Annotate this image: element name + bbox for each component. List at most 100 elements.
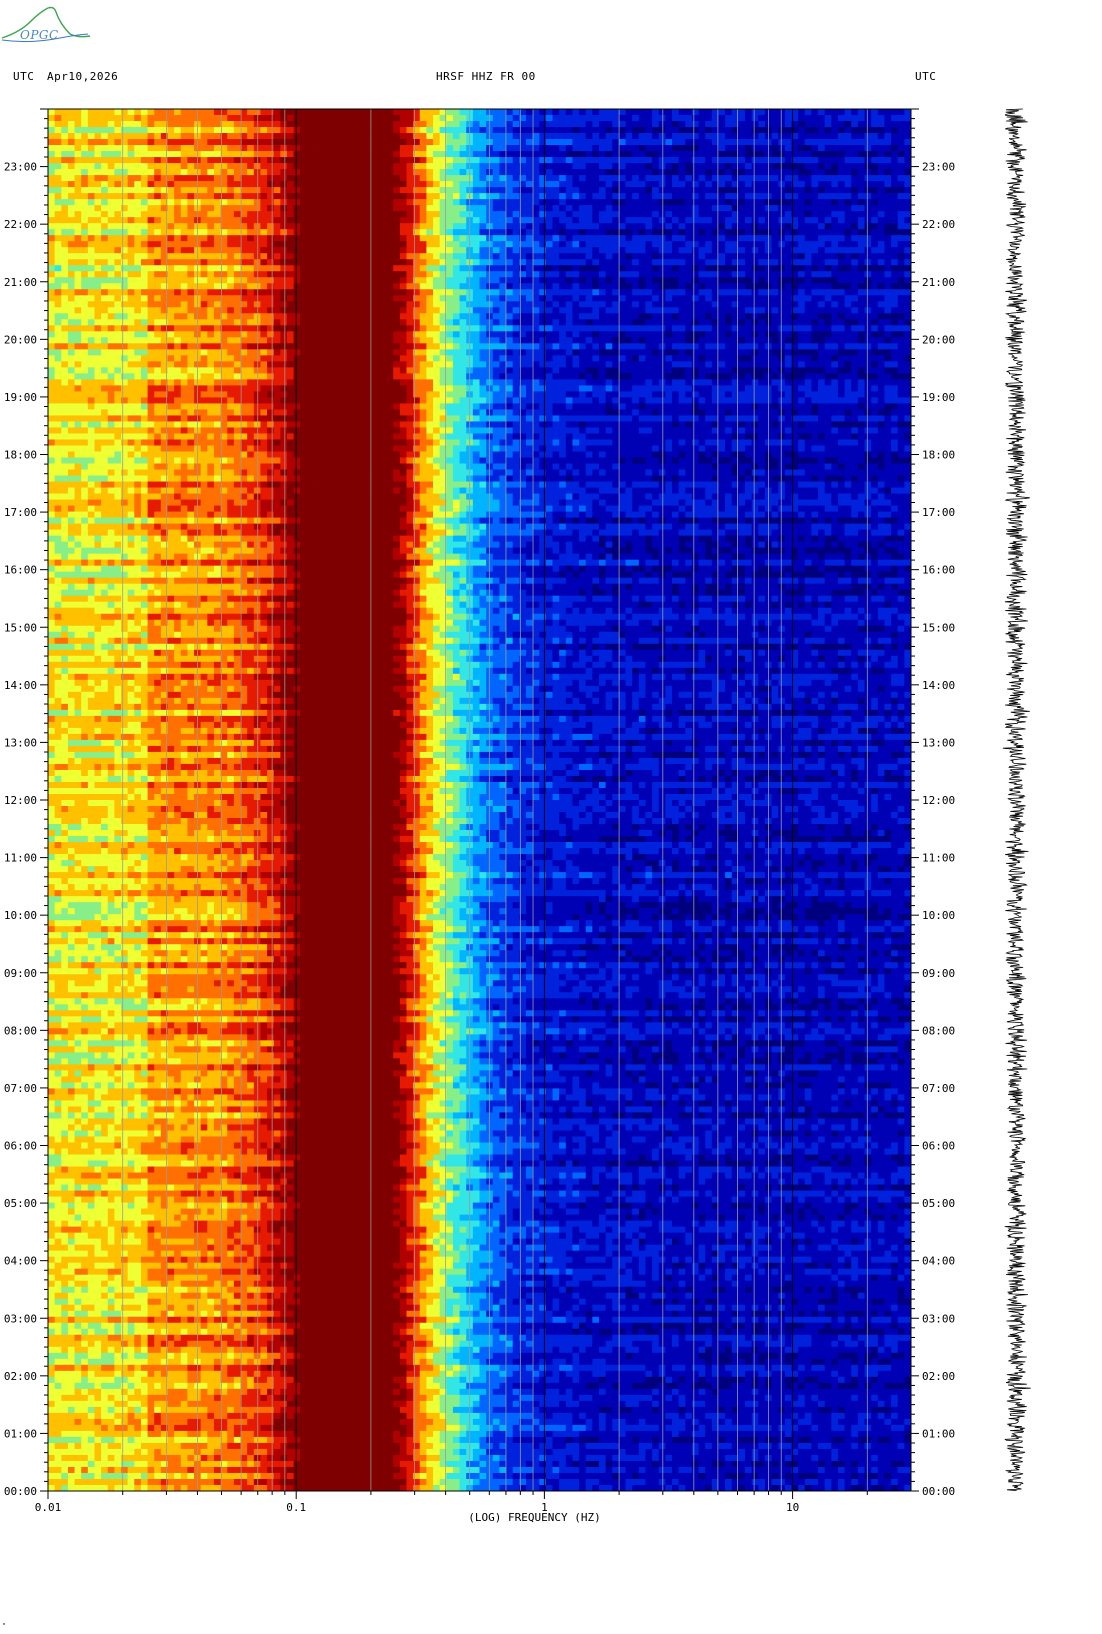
heatmap-cell	[399, 181, 407, 188]
heatmap-cell	[94, 145, 102, 152]
heatmap-cell	[280, 211, 288, 218]
heatmap-cell	[81, 127, 89, 134]
heatmap-cell	[326, 241, 334, 248]
heatmap-cell	[101, 187, 109, 194]
heatmap-cell	[413, 181, 421, 188]
heatmap-cell	[286, 181, 295, 188]
heatmap-cell	[632, 331, 640, 338]
heatmap-cell	[645, 319, 653, 326]
heatmap-cell	[373, 223, 381, 230]
heatmap-cell	[844, 313, 852, 320]
heatmap-cell	[525, 127, 534, 134]
heatmap-cell	[645, 223, 653, 230]
heatmap-cell	[492, 229, 500, 236]
heatmap-cell	[399, 319, 407, 326]
heatmap-cell	[121, 247, 129, 254]
heatmap-cell	[891, 115, 899, 122]
heatmap-cell	[884, 295, 892, 302]
heatmap-cell	[247, 253, 255, 260]
heatmap-cell	[452, 205, 460, 212]
heatmap-cell	[685, 277, 693, 284]
heatmap-cell	[579, 127, 587, 134]
heatmap-cell	[857, 301, 865, 308]
heatmap-cell	[645, 265, 653, 272]
heatmap-cell	[618, 199, 626, 206]
heatmap-cell	[280, 325, 288, 332]
heatmap-cell	[691, 325, 699, 332]
heatmap-cell	[306, 121, 314, 128]
heatmap-cell	[592, 313, 600, 320]
heatmap-cell	[884, 283, 892, 290]
heatmap-cell	[413, 187, 421, 194]
heatmap-cell	[751, 127, 759, 134]
heatmap-cell	[545, 151, 553, 158]
heatmap-cell	[393, 115, 401, 122]
heatmap-cell	[227, 235, 235, 242]
heatmap-cell	[672, 331, 680, 338]
heatmap-cell	[386, 331, 394, 338]
heatmap-cell	[857, 127, 865, 134]
heatmap-cell	[891, 217, 899, 224]
heatmap-cell	[691, 199, 699, 206]
heatmap-cell	[459, 199, 467, 206]
heatmap-cell	[353, 121, 361, 128]
heatmap-cell	[598, 163, 607, 170]
heatmap-cell	[134, 229, 142, 236]
heatmap-cell	[353, 199, 361, 206]
heatmap-cell	[127, 199, 135, 206]
heatmap-cell	[718, 199, 726, 206]
heatmap-cell	[213, 277, 221, 284]
heatmap-cell	[300, 241, 308, 248]
heatmap-cell	[492, 115, 500, 122]
heatmap-cell	[585, 175, 593, 182]
heatmap-cell	[459, 157, 467, 164]
heatmap-cell	[745, 265, 753, 272]
heatmap-cell	[705, 259, 713, 266]
heatmap-cell	[167, 319, 175, 326]
heatmap-cell	[725, 325, 733, 332]
heatmap-cell	[778, 319, 786, 326]
heatmap-cell	[227, 205, 235, 212]
heatmap-cell	[572, 319, 580, 326]
heatmap-cell	[267, 241, 275, 248]
heatmap-cell	[180, 181, 188, 188]
heatmap-cell	[864, 193, 872, 200]
heatmap-cell	[864, 217, 872, 224]
heatmap-cell	[373, 181, 381, 188]
heatmap-cell	[612, 145, 620, 152]
heatmap-cell	[552, 313, 560, 320]
heatmap-cell	[154, 337, 162, 344]
heatmap-cell	[665, 193, 673, 200]
heatmap-cell	[200, 307, 208, 314]
heatmap-cell	[904, 163, 912, 170]
heatmap-cell	[824, 139, 832, 146]
heatmap-cell	[771, 295, 779, 302]
heatmap-cell	[333, 253, 341, 260]
heatmap-cell	[698, 295, 706, 302]
heatmap-cell	[645, 331, 653, 338]
heatmap-cell	[758, 109, 766, 116]
heatmap-cell	[207, 271, 215, 278]
heatmap-cell	[101, 337, 109, 344]
heatmap-cell	[167, 337, 175, 344]
heatmap-cell	[579, 187, 587, 194]
heatmap-cell	[114, 247, 122, 254]
heatmap-cell	[678, 253, 686, 260]
heatmap-cell	[897, 133, 905, 140]
heatmap-cell	[174, 205, 182, 212]
heatmap-cell	[134, 109, 142, 116]
heatmap-cell	[101, 265, 109, 272]
heatmap-cell	[784, 265, 792, 272]
heatmap-cell	[452, 247, 460, 254]
heatmap-cell	[572, 187, 580, 194]
heatmap-cell	[725, 253, 733, 260]
heatmap-cell	[625, 301, 633, 308]
heatmap-cell	[346, 301, 354, 308]
heatmap-cell	[48, 307, 56, 314]
heatmap-cell	[160, 187, 168, 194]
heatmap-cell	[300, 169, 308, 176]
heatmap-cell	[771, 247, 779, 254]
heatmap-cell	[413, 301, 421, 308]
heatmap-cell	[94, 211, 102, 218]
heatmap-cell	[851, 109, 859, 116]
